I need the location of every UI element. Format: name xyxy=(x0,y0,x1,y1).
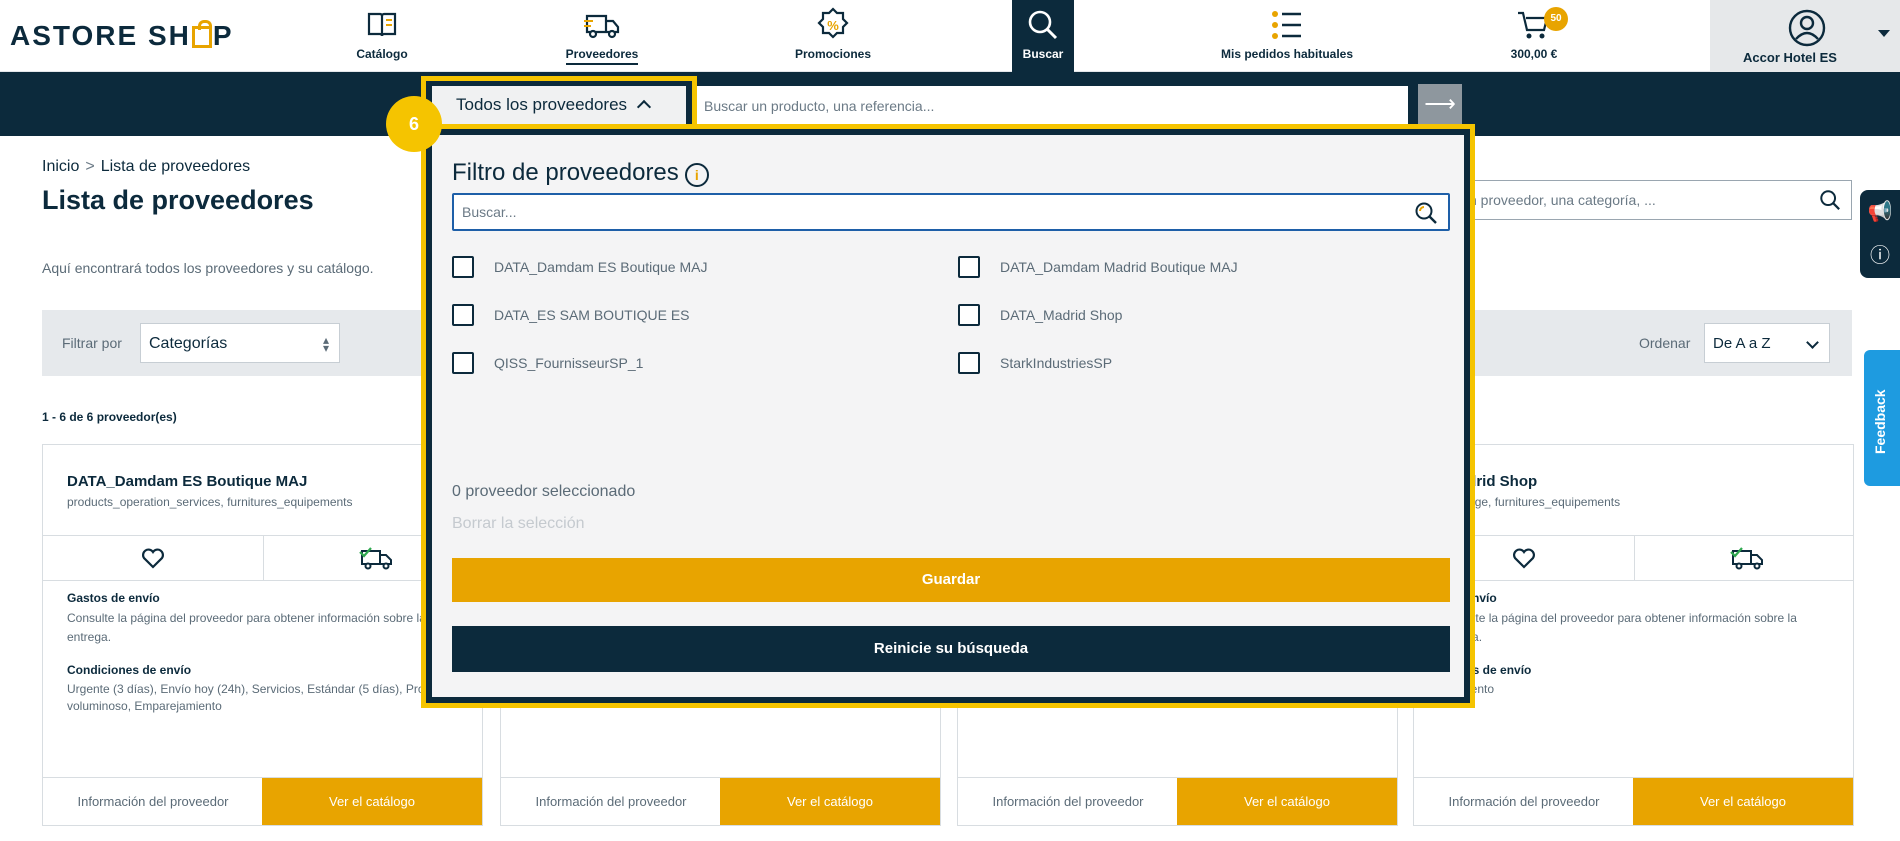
user-avatar-icon xyxy=(1788,9,1826,47)
truck-check-icon xyxy=(1729,547,1763,570)
heart-icon xyxy=(1512,548,1535,569)
account-menu[interactable]: Accor Hotel ES xyxy=(1710,0,1900,72)
supplier-filter-search-input[interactable]: Buscar... xyxy=(452,193,1450,231)
nav-buscar[interactable]: Buscar xyxy=(1012,0,1074,72)
checkbox[interactable] xyxy=(452,256,474,278)
view-catalog-button[interactable]: Ver el catálogo xyxy=(1633,778,1853,825)
truck-icon xyxy=(584,14,620,39)
megaphone-icon[interactable]: 📢 xyxy=(1860,190,1900,234)
nav-promociones[interactable]: % Promociones xyxy=(788,0,878,72)
checkbox[interactable] xyxy=(452,352,474,374)
search-icon xyxy=(1028,10,1058,40)
checkbox[interactable] xyxy=(958,256,980,278)
checkbox[interactable] xyxy=(958,304,980,326)
supplier-name[interactable]: DATA_Damdam ES Boutique MAJ xyxy=(67,473,307,490)
search-icon[interactable] xyxy=(1414,201,1438,225)
supplier-filter-dropdown: Filtro de proveedores i Buscar... DATA_Da… xyxy=(421,124,1475,708)
supplier-info-button[interactable]: Información del proveedor xyxy=(958,778,1178,825)
top-header: ASTORE SH P Catálogo Proveedores % Promoc… xyxy=(0,0,1900,72)
supplier-search-input[interactable]: n proveedor, una categoría, ... xyxy=(1466,180,1852,220)
percent-badge-icon: % xyxy=(817,7,849,39)
search-go-button[interactable]: ⟶ xyxy=(1418,84,1462,126)
list-icon xyxy=(1272,11,1301,39)
delivery-info-button[interactable] xyxy=(1633,536,1854,580)
arrow-right-icon: ⟶ xyxy=(1424,91,1456,116)
supplier-info-button[interactable]: Información del proveedor xyxy=(1414,778,1634,825)
favorite-button[interactable] xyxy=(43,536,263,580)
breadcrumb-current: Lista de proveedores xyxy=(100,158,251,175)
results-count: 1 - 6 de 6 proveedor(es) xyxy=(42,410,177,424)
shipping-costs-text: Consulte la página del proveedor para ob… xyxy=(67,611,426,644)
view-catalog-button[interactable]: Ver el catálogo xyxy=(262,778,482,825)
svg-text:%: % xyxy=(827,18,839,33)
breadcrumb-home-link[interactable]: Inicio xyxy=(42,158,79,175)
cart-count-badge: 50 xyxy=(1544,7,1568,31)
step-number-badge: 6 xyxy=(386,96,442,152)
order-label: Ordenar xyxy=(1639,335,1691,351)
supplier-info-button[interactable]: Información del proveedor xyxy=(43,778,263,825)
shipping-costs-text: Consulte la página del proveedor para ob… xyxy=(1438,611,1797,644)
nav-proveedores[interactable]: Proveedores xyxy=(560,0,644,72)
checkbox[interactable] xyxy=(958,352,980,374)
supplier-card: DATA_Damdam ES Boutique MAJ products_ope… xyxy=(42,444,483,826)
shipping-conditions-title: Condiciones de envío xyxy=(67,663,192,677)
shopping-bag-icon xyxy=(191,20,212,48)
shipping-conditions-text: Urgente (3 días), Envío hoy (24h), Servi… xyxy=(67,682,454,713)
book-icon xyxy=(367,12,397,37)
order-select[interactable]: De A a Z xyxy=(1704,323,1830,363)
select-arrows-icon: ▴ ▾ xyxy=(322,333,329,355)
info-icon[interactable]: ⓘ xyxy=(1860,234,1900,278)
nav-mis-pedidos-habituales[interactable]: Mis pedidos habituales xyxy=(1220,0,1354,72)
breadcrumb: Inicio > Lista de proveedores xyxy=(42,158,250,176)
clear-selection-link[interactable]: Borrar la selección xyxy=(452,515,585,533)
view-catalog-button[interactable]: Ver el catálogo xyxy=(720,778,940,825)
chevron-down-icon xyxy=(1878,30,1890,37)
supplier-info-button[interactable]: Información del proveedor xyxy=(501,778,721,825)
info-icon[interactable]: i xyxy=(684,163,709,187)
supplier-filter-toggle[interactable]: Todos los proveedores xyxy=(432,86,686,124)
chevron-up-icon xyxy=(636,99,652,115)
search-icon[interactable] xyxy=(1819,189,1841,211)
supplier-card: _Madrid Shop beverage, furnitures_equipe… xyxy=(1413,444,1854,826)
breadcrumb-separator: > xyxy=(85,158,95,175)
page-title: Lista de proveedores xyxy=(42,185,314,215)
feedback-tab[interactable]: Feedback xyxy=(1864,350,1900,486)
supplier-categories: products_operation_services, furnitures_… xyxy=(67,495,353,509)
dropdown-title: Filtro de proveedores i xyxy=(452,159,709,187)
product-search-input[interactable]: Buscar un producto, una referencia... xyxy=(694,86,1408,124)
nav-catalogo[interactable]: Catálogo xyxy=(340,0,424,72)
checkbox[interactable] xyxy=(452,304,474,326)
reset-search-button[interactable]: Reinicie su búsqueda xyxy=(452,626,1450,672)
heart-icon xyxy=(141,548,164,569)
view-catalog-button[interactable]: Ver el catálogo xyxy=(1177,778,1397,825)
category-filter-select[interactable]: Categorías ▴ ▾ xyxy=(140,323,340,363)
selected-count: 0 proveedor seleccionado xyxy=(452,483,636,500)
shipping-costs-title: Gastos de envío xyxy=(67,591,160,605)
page-description: Aquí encontrará todos los proveedores y … xyxy=(42,260,374,276)
save-button[interactable]: Guardar xyxy=(452,558,1450,602)
astore-shop-logo[interactable]: ASTORE SH P xyxy=(10,20,234,52)
shipping-conditions-text: rejamiento xyxy=(1438,681,1833,698)
truck-check-icon xyxy=(358,547,392,570)
filter-label: Filtrar por xyxy=(62,335,122,351)
floating-tools: 📢 ⓘ xyxy=(1860,190,1900,278)
chevron-down-icon xyxy=(1806,336,1819,349)
nav-cart[interactable]: 50 300,00 € xyxy=(1502,0,1568,72)
